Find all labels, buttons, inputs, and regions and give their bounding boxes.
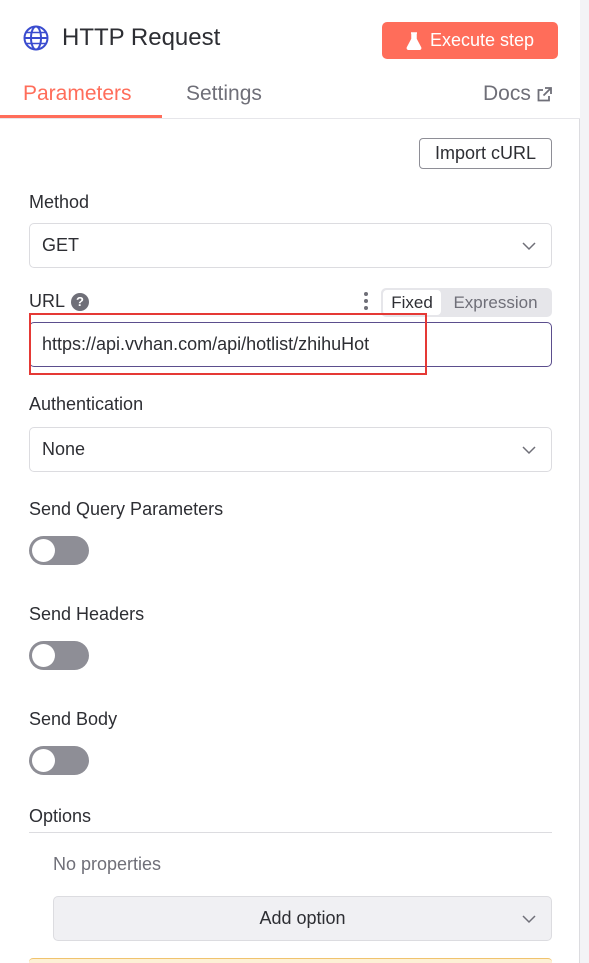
- url-input[interactable]: [29, 322, 552, 367]
- add-option-label: Add option: [259, 908, 346, 928]
- send-query-parameters-toggle[interactable]: [29, 536, 89, 565]
- execute-step-label: Execute step: [429, 30, 535, 50]
- authentication-select[interactable]: None: [29, 427, 552, 472]
- globe-icon: [23, 25, 49, 51]
- method-label: Method: [29, 192, 90, 212]
- more-options-icon[interactable]: [362, 292, 370, 310]
- authentication-value: None: [42, 439, 86, 459]
- toggle-knob: [32, 749, 55, 772]
- mode-fixed-button[interactable]: Fixed: [383, 290, 441, 315]
- send-headers-label: Send Headers: [29, 604, 145, 624]
- toggle-knob: [32, 539, 55, 562]
- docs-label: Docs: [483, 82, 531, 105]
- url-label-text: URL: [29, 291, 66, 311]
- help-icon[interactable]: ?: [71, 292, 90, 311]
- panel-header: HTTP Request Execute step Parameters Set…: [0, 0, 580, 119]
- send-body-label: Send Body: [29, 709, 118, 729]
- tab-settings[interactable]: Settings: [186, 82, 262, 106]
- node-title: HTTP Request: [62, 24, 221, 51]
- execute-step-button[interactable]: Execute step: [382, 22, 558, 59]
- chevron-down-icon: [522, 915, 536, 924]
- no-properties-text: No properties: [53, 854, 162, 874]
- tab-parameters[interactable]: Parameters: [23, 82, 132, 106]
- add-option-select[interactable]: Add option: [53, 896, 552, 941]
- send-query-parameters-label: Send Query Parameters: [29, 499, 224, 519]
- flask-icon: [406, 31, 422, 50]
- url-mode-toggle: Fixed Expression: [381, 288, 552, 317]
- toggle-knob: [32, 644, 55, 667]
- chevron-down-icon: [522, 446, 536, 455]
- authentication-label: Authentication: [29, 394, 144, 414]
- options-divider: [29, 832, 552, 833]
- chevron-down-icon: [522, 242, 536, 251]
- url-label: URL ?: [29, 291, 90, 312]
- method-value: GET: [42, 235, 80, 255]
- active-tab-indicator: [0, 115, 162, 118]
- send-headers-toggle[interactable]: [29, 641, 89, 670]
- node-panel: HTTP Request Execute step Parameters Set…: [0, 0, 580, 963]
- docs-link[interactable]: Docs: [483, 82, 552, 106]
- import-curl-button[interactable]: Import cURL: [419, 138, 552, 169]
- mode-expression-button[interactable]: Expression: [441, 293, 550, 313]
- options-label: Options: [29, 806, 92, 826]
- method-select[interactable]: GET: [29, 223, 552, 268]
- external-link-icon: [537, 86, 552, 101]
- send-body-toggle[interactable]: [29, 746, 89, 775]
- canvas-gutter: [580, 0, 589, 963]
- notice-banner: [29, 958, 552, 963]
